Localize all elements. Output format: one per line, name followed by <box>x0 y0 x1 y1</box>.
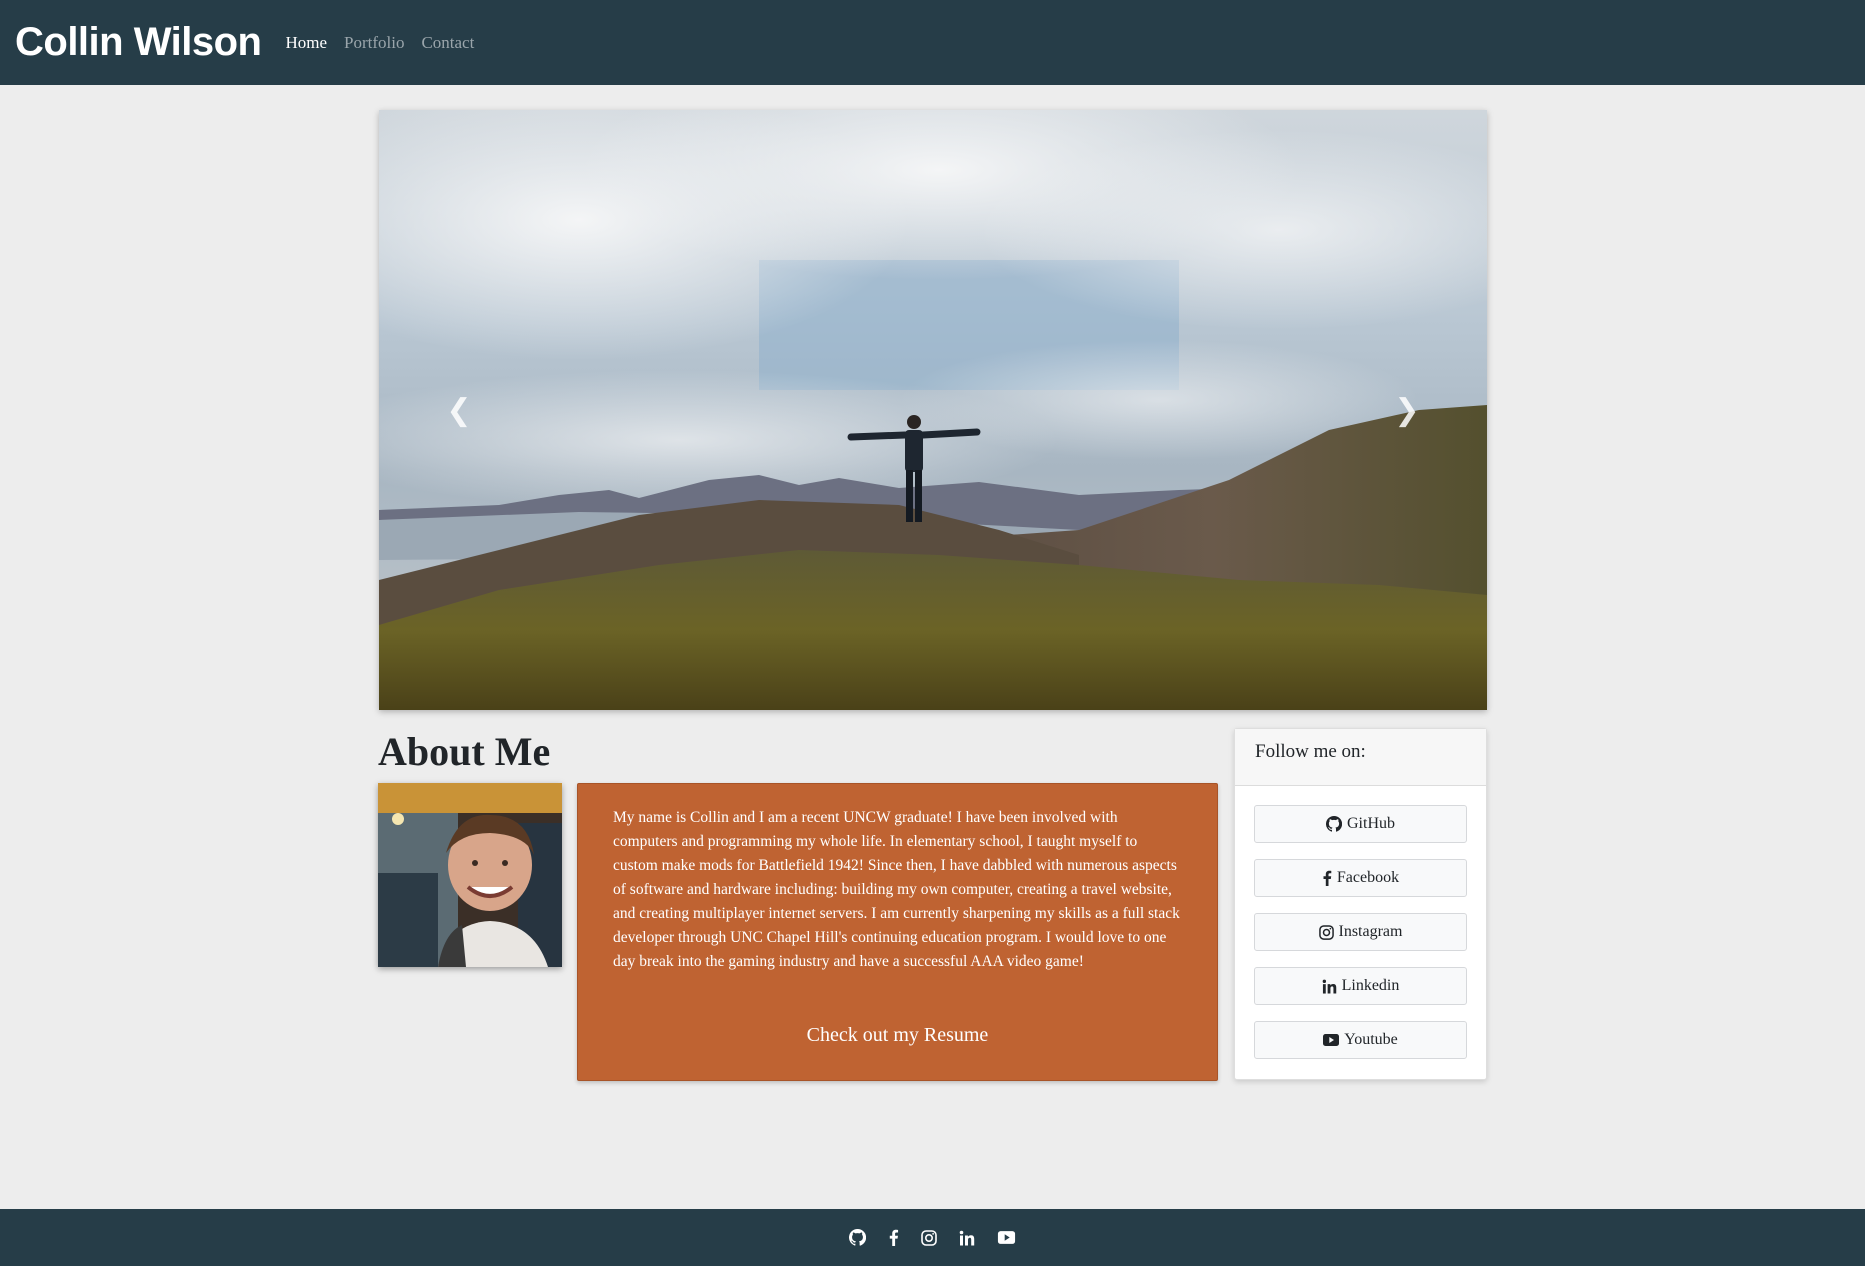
linkedin-button[interactable]: Linkedin <box>1254 967 1467 1005</box>
github-button[interactable]: GitHub <box>1254 805 1467 843</box>
youtube-icon <box>1323 1034 1340 1046</box>
linkedin-icon <box>1322 979 1336 994</box>
instagram-label: Instagram <box>1338 923 1403 940</box>
avatar-photo <box>378 783 562 967</box>
github-label: GitHub <box>1347 815 1395 832</box>
footer-linkedin-link[interactable] <box>959 1230 975 1246</box>
footer-youtube-link[interactable] <box>997 1230 1016 1245</box>
about-title: About Me <box>378 729 551 774</box>
github-icon <box>1326 816 1342 832</box>
chevron-left-icon: ❮ <box>446 392 472 428</box>
github-icon <box>849 1229 866 1246</box>
facebook-button[interactable]: Facebook <box>1254 859 1467 897</box>
instagram-icon <box>921 1229 937 1246</box>
navbar: Collin Wilson Home Portfolio Contact <box>0 0 1865 85</box>
carousel-next-button[interactable]: ❯ <box>1327 110 1487 710</box>
facebook-label: Facebook <box>1336 869 1400 886</box>
brand-logo[interactable]: Collin Wilson <box>15 20 262 65</box>
nav-link-contact[interactable]: Contact <box>421 33 474 53</box>
nav-link-portfolio[interactable]: Portfolio <box>344 33 404 53</box>
instagram-button[interactable]: Instagram <box>1254 913 1467 951</box>
about-text: My name is Collin and I am a recent UNCW… <box>613 809 1180 970</box>
facebook-icon <box>889 1229 899 1246</box>
youtube-icon <box>997 1231 1016 1244</box>
follow-list: GitHub Facebook Instagram Linkedin Youtu… <box>1235 786 1486 1059</box>
linkedin-icon <box>959 1230 975 1245</box>
carousel-prev-button[interactable]: ❮ <box>379 110 539 710</box>
footer <box>0 1209 1865 1266</box>
nav-link-home[interactable]: Home <box>285 33 327 53</box>
footer-github-link[interactable] <box>849 1229 866 1246</box>
footer-facebook-link[interactable] <box>888 1229 899 1246</box>
youtube-button[interactable]: Youtube <box>1254 1021 1467 1059</box>
follow-card: Follow me on: GitHub Facebook Instagram … <box>1234 728 1487 1080</box>
instagram-icon <box>1318 924 1334 940</box>
facebook-icon <box>1323 870 1332 886</box>
follow-header: Follow me on: <box>1235 729 1486 786</box>
resume-link[interactable]: Check out my Resume <box>578 1024 1217 1047</box>
hero-photo <box>379 110 1487 710</box>
avatar <box>378 783 562 967</box>
hero-carousel: ❮ ❯ <box>379 110 1487 710</box>
chevron-right-icon: ❯ <box>1394 392 1420 428</box>
youtube-label: Youtube <box>1344 1031 1398 1048</box>
footer-instagram-link[interactable] <box>921 1229 937 1246</box>
about-card: My name is Collin and I am a recent UNCW… <box>577 783 1218 1081</box>
linkedin-label: Linkedin <box>1341 977 1400 994</box>
